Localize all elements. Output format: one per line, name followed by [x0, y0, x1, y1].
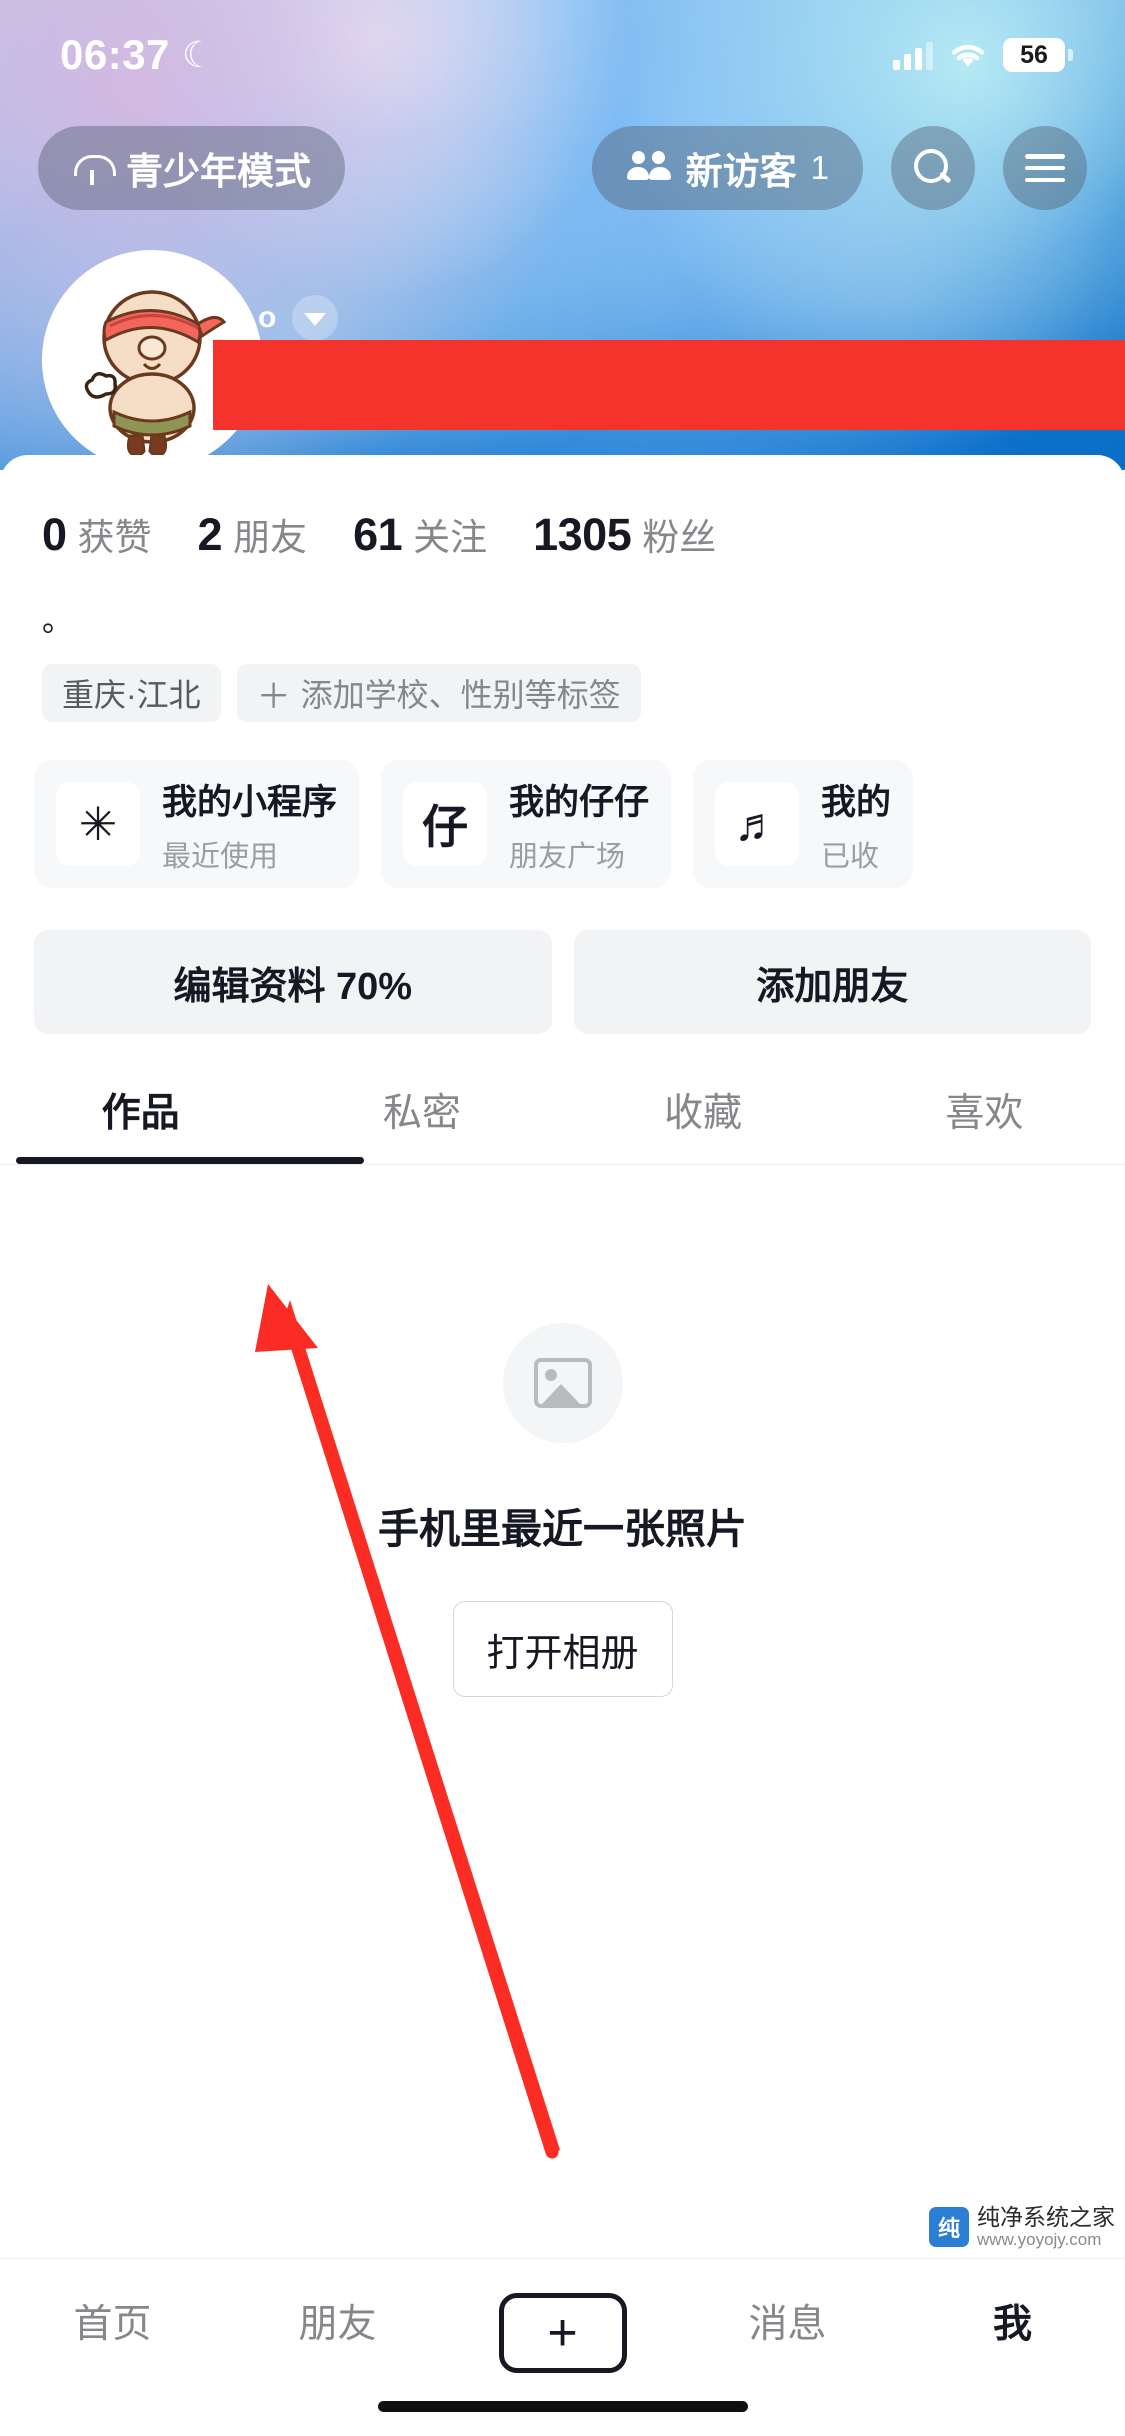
card-zaizai-subtitle: 朋友广场: [509, 840, 626, 873]
bottom-nav-home[interactable]: 首页: [0, 2293, 225, 2349]
profile-stats-row: 0 获赞 2 朋友 61 关注 1305 粉丝: [0, 455, 1125, 561]
card-mini-program-title: 我的小程序: [162, 782, 338, 822]
profile-content-sheet: 0 获赞 2 朋友 61 关注 1305 粉丝 。 重庆·江北 ＋ 添加学校、性…: [0, 455, 1125, 2436]
tag-location[interactable]: 重庆·江北: [42, 664, 221, 722]
stat-following-count: 61: [353, 509, 403, 560]
stat-friends-label: 朋友: [233, 517, 308, 558]
bottom-nav-friends[interactable]: 朋友: [225, 2293, 450, 2349]
battery-indicator: 56: [1003, 38, 1073, 72]
shortcut-cards-row: ✳ 我的小程序 最近使用 仔 我的仔仔 朋友广场 ♬ 我的 已收: [0, 722, 1125, 888]
tag-add-info-label: 添加学校、性别等标签: [300, 677, 621, 713]
watermark-text: 纯净系统之家 www.yoyojy.com: [977, 2204, 1115, 2250]
card-mini-program-text: 我的小程序 最近使用: [162, 774, 337, 875]
menu-button[interactable]: [1003, 126, 1087, 210]
card-music[interactable]: ♬ 我的 已收: [693, 760, 914, 888]
new-visitors-count: 1: [810, 149, 829, 186]
plus-create-icon: +: [498, 2293, 627, 2373]
stat-friends[interactable]: 2 朋友: [198, 507, 308, 561]
card-zaizai-title: 我的仔仔: [509, 782, 650, 822]
search-icon: [912, 147, 954, 189]
tag-add-info[interactable]: ＋ 添加学校、性别等标签: [236, 664, 641, 722]
empty-state: 手机里最近一张照片 打开相册: [0, 1165, 1125, 1697]
status-bar: 06:37 ☾ 56: [0, 0, 1125, 110]
teen-mode-label: 青少年模式: [126, 151, 311, 192]
status-bar-left: 06:37 ☾: [60, 31, 214, 79]
moon-icon: ☾: [181, 34, 215, 75]
status-time: 06:37: [60, 31, 170, 78]
tab-active-indicator: [16, 1157, 364, 1164]
people-icon: [626, 151, 672, 185]
new-visitors-label: 新访客: [685, 151, 797, 192]
card-music-subtitle: 已收: [821, 840, 880, 873]
stat-following-label: 关注: [413, 517, 488, 558]
stat-followers-label: 粉丝: [642, 517, 717, 558]
zaizai-icon: 仔: [403, 782, 488, 866]
card-mini-program-subtitle: 最近使用: [162, 840, 279, 873]
add-friend-button[interactable]: 添加朋友: [573, 930, 1091, 1034]
edit-profile-button[interactable]: 编辑资料 70%: [34, 930, 552, 1034]
photo-placeholder-icon: [502, 1323, 623, 1443]
search-button[interactable]: [891, 126, 975, 210]
watermark-site-url: www.yoyojy.com: [977, 2230, 1102, 2250]
stat-followers-count: 1305: [533, 509, 632, 560]
content-tabs: 作品 私密 收藏 喜欢: [0, 1082, 1125, 1164]
wifi-icon: [949, 41, 987, 69]
stat-following[interactable]: 61 关注: [353, 507, 487, 561]
stat-friends-count: 2: [197, 509, 223, 560]
profile-name-row[interactable]: o: [258, 295, 339, 341]
profile-tags-row: 重庆·江北 ＋ 添加学校、性别等标签: [0, 636, 1125, 722]
tab-private[interactable]: 私密: [281, 1082, 562, 1164]
stat-followers[interactable]: 1305 粉丝: [533, 507, 716, 561]
tab-likes[interactable]: 喜欢: [844, 1082, 1125, 1164]
watermark: 纯 纯净系统之家 www.yoyojy.com: [929, 2204, 1115, 2250]
profile-name: o: [258, 301, 277, 334]
home-indicator: [377, 2401, 748, 2412]
card-music-text: 我的 已收: [821, 774, 891, 875]
new-visitors-button[interactable]: 新访客 1: [591, 126, 863, 210]
profile-actions-row: 编辑资料 70% 添加朋友: [0, 888, 1125, 1034]
chevron-down-icon[interactable]: [292, 295, 339, 341]
watermark-badge: 纯: [929, 2207, 969, 2247]
top-navigation-bar: 青少年模式 新访客 1: [0, 122, 1125, 214]
profile-bio[interactable]: 。: [0, 561, 1125, 636]
tab-works[interactable]: 作品: [0, 1082, 281, 1164]
cellular-signal-icon: [893, 40, 933, 70]
photo-icon-glyph: [533, 1358, 592, 1408]
stat-likes-count: 0: [42, 509, 67, 560]
empty-state-title: 手机里最近一张照片: [378, 1506, 747, 1552]
card-music-title: 我的: [821, 782, 892, 822]
card-mini-program[interactable]: ✳ 我的小程序 最近使用: [34, 760, 360, 888]
redaction-bar: [213, 340, 1125, 430]
card-zaizai[interactable]: 仔 我的仔仔 朋友广场: [381, 760, 672, 888]
open-album-button[interactable]: 打开相册: [452, 1601, 673, 1697]
tag-location-label: 重庆·江北: [62, 677, 201, 713]
watermark-site-name: 纯净系统之家: [977, 2204, 1115, 2231]
teen-mode-button[interactable]: 青少年模式: [38, 126, 345, 210]
plus-icon: ＋: [256, 677, 291, 716]
card-zaizai-text: 我的仔仔 朋友广场: [509, 774, 649, 875]
hamburger-menu-icon: [1025, 154, 1065, 182]
status-bar-right: 56: [893, 38, 1073, 72]
bottom-nav-messages[interactable]: 消息: [675, 2293, 900, 2349]
stat-likes[interactable]: 0 获赞: [42, 507, 152, 561]
music-note-icon: ♬: [715, 782, 800, 866]
tab-favorites[interactable]: 收藏: [563, 1082, 844, 1164]
umbrella-icon: [72, 148, 116, 188]
bottom-nav-me[interactable]: 我: [900, 2293, 1125, 2349]
stat-likes-label: 获赞: [77, 517, 152, 558]
mini-program-icon: ✳: [56, 782, 140, 866]
bottom-nav-create[interactable]: +: [450, 2293, 675, 2373]
